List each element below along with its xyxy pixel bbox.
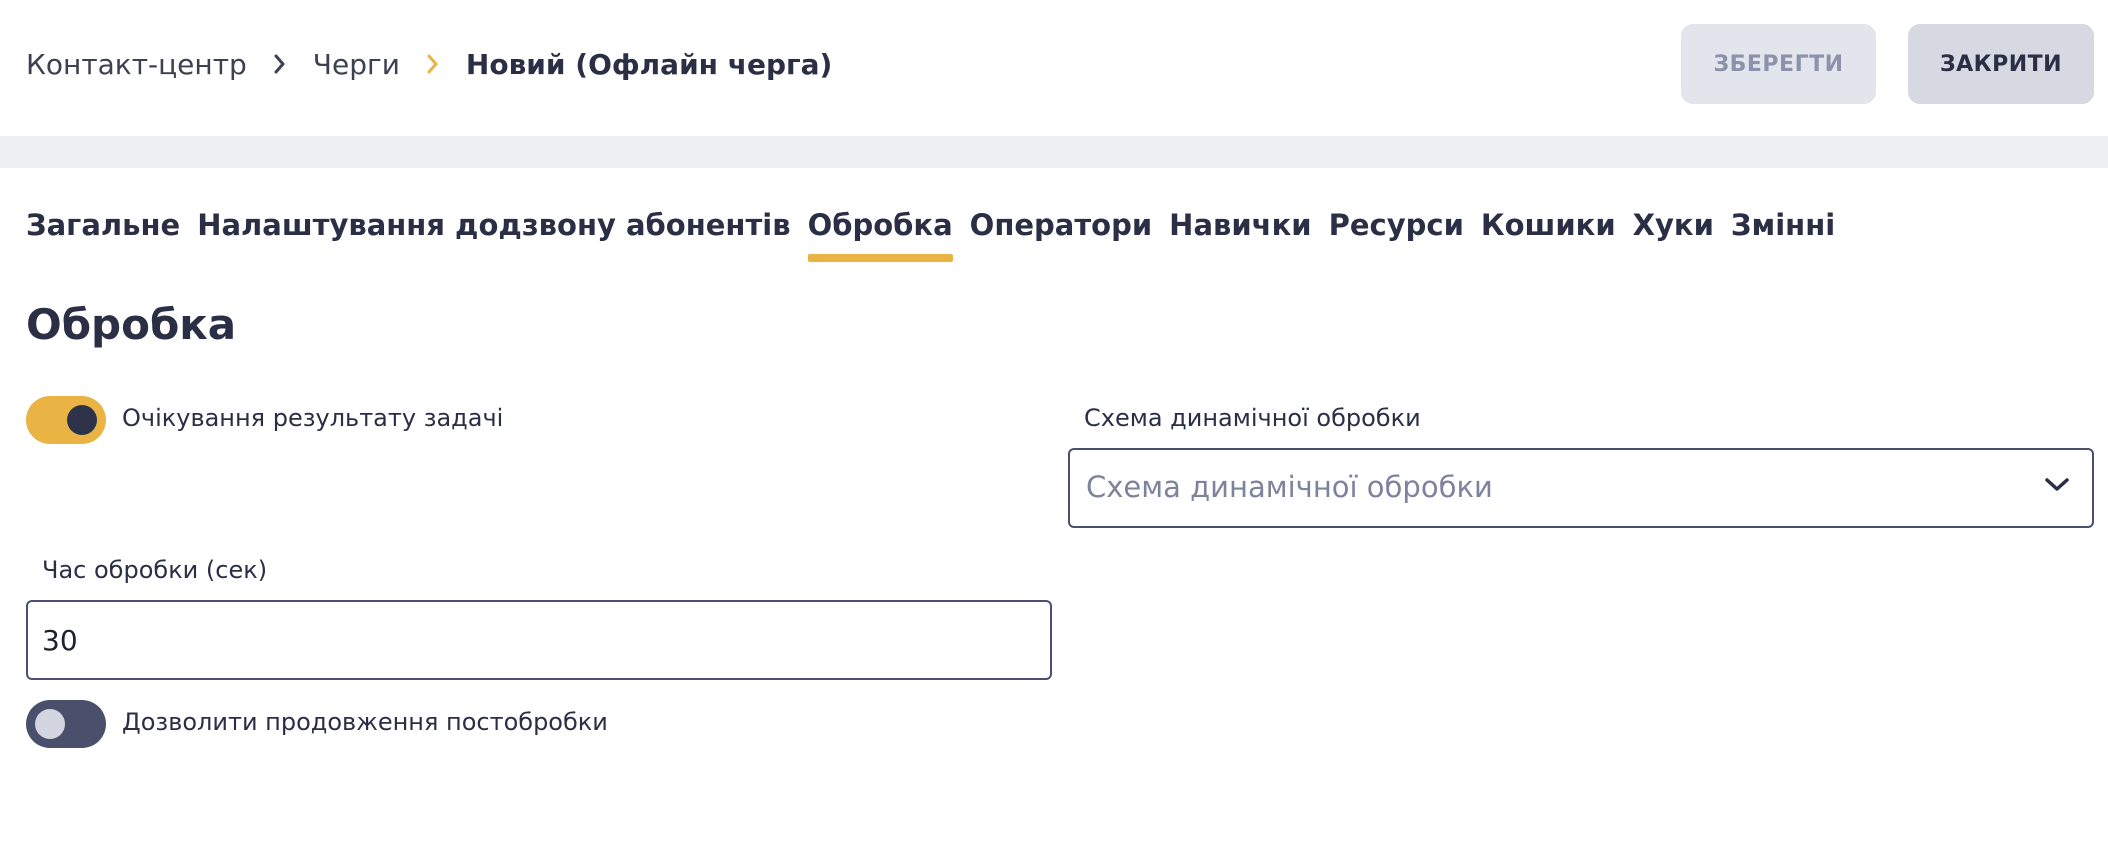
chevron-right-icon [274, 54, 286, 74]
section-title: Обробка [26, 300, 237, 349]
close-button[interactable]: ЗАКРИТИ [1908, 24, 2094, 104]
breadcrumb-current: Новий (Офлайн черга) [465, 47, 833, 81]
wait-result-label: Очікування результату задачі [122, 404, 504, 432]
processing-time-label: Час обробки (сек) [42, 556, 268, 584]
header-divider [0, 136, 2108, 168]
wait-result-toggle[interactable] [26, 396, 106, 444]
save-button[interactable]: ЗБЕРЕГТИ [1681, 24, 1876, 104]
dynamic-scheme-label: Схема динамічної обробки [1084, 404, 1421, 432]
chevron-right-icon [427, 54, 439, 74]
breadcrumb-item-queues[interactable]: Черги [313, 48, 400, 81]
top-bar: Контакт-центр Черги Новий (Офлайн черга)… [0, 0, 2108, 136]
tab-hooks[interactable]: Хуки [1633, 198, 1714, 266]
tab-baskets[interactable]: Кошики [1481, 198, 1616, 266]
toggle-knob [35, 709, 65, 739]
allow-extension-toggle[interactable] [26, 700, 106, 748]
tab-skills[interactable]: Навички [1169, 198, 1311, 266]
breadcrumb: Контакт-центр Черги Новий (Офлайн черга) [26, 44, 832, 84]
dynamic-scheme-placeholder: Схема динамічної обробки [1086, 470, 1493, 504]
allow-extension-label: Дозволити продовження постобробки [122, 708, 608, 736]
tab-dialing-settings[interactable]: Налаштування додзвону абонентів [197, 198, 790, 266]
tab-operators[interactable]: Оператори [970, 198, 1153, 266]
tab-processing[interactable]: Обробка [807, 198, 953, 266]
tab-variables[interactable]: Змінні [1731, 198, 1835, 266]
dynamic-scheme-select[interactable]: Схема динамічної обробки [1068, 448, 2094, 528]
tab-bar: Загальне Налаштування додзвону абонентів… [26, 198, 1852, 266]
tab-general[interactable]: Загальне [26, 198, 180, 266]
chevron-down-icon [2044, 476, 2070, 498]
breadcrumb-item-contact-center[interactable]: Контакт-центр [26, 48, 247, 81]
processing-time-input[interactable] [26, 600, 1052, 680]
toggle-knob [67, 405, 97, 435]
tab-resources[interactable]: Ресурси [1329, 198, 1464, 266]
